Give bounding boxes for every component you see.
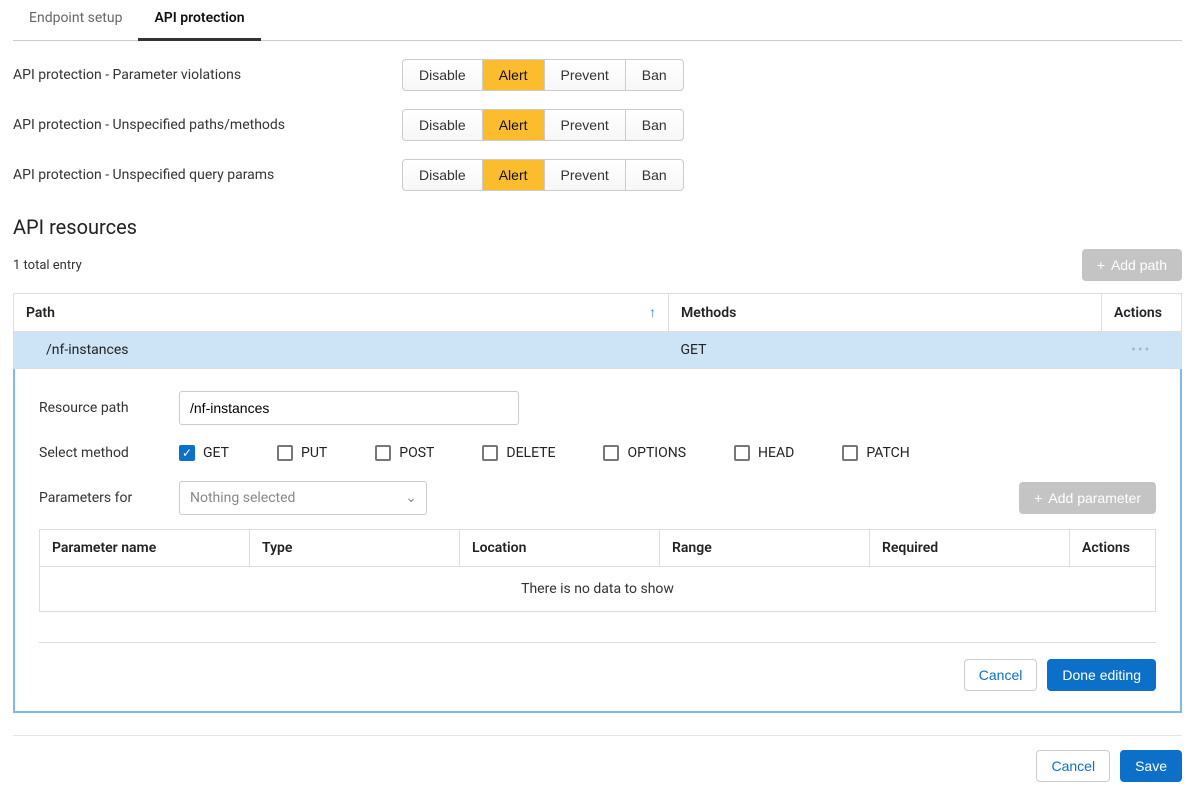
method-get-option[interactable]: ✓ GET	[179, 445, 229, 461]
api-resources-heading: API resources	[13, 215, 1182, 239]
tabs: Endpoint setup API protection	[13, 0, 1182, 41]
param-col-range[interactable]: Range	[660, 530, 870, 567]
resource-path-label: Resource path	[39, 400, 179, 416]
col-actions-header: Actions	[1102, 294, 1182, 332]
param-col-location[interactable]: Location	[460, 530, 660, 567]
mode-alert-button[interactable]: Alert	[483, 110, 545, 140]
method-head-option[interactable]: HEAD	[734, 445, 794, 461]
mode-button-group: DisableAlertPreventBan	[402, 159, 684, 191]
mode-button-group: DisableAlertPreventBan	[402, 109, 684, 141]
cell-path: /nf-instances	[14, 332, 669, 369]
mode-alert-button[interactable]: Alert	[483, 160, 545, 190]
tab-endpoint-setup[interactable]: Endpoint setup	[13, 0, 138, 40]
mode-alert-button[interactable]: Alert	[483, 60, 545, 90]
method-post-option[interactable]: POST	[375, 445, 434, 461]
setting-label: API protection - Parameter violations	[13, 67, 402, 83]
col-path-header[interactable]: Path ↑	[14, 294, 669, 332]
param-col-actions: Actions	[1070, 530, 1156, 567]
checkbox[interactable]	[277, 445, 293, 461]
parameters-for-label: Parameters for	[39, 490, 179, 506]
col-methods-header[interactable]: Methods	[669, 294, 1102, 332]
setting-row: API protection - Unspecified paths/metho…	[13, 109, 1182, 141]
method-label: HEAD	[758, 445, 794, 461]
table-row[interactable]: /nf-instances GET •••	[14, 332, 1182, 369]
setting-label: API protection - Unspecified query param…	[13, 167, 402, 183]
checkbox[interactable]: ✓	[179, 445, 195, 461]
checkbox[interactable]	[842, 445, 858, 461]
setting-label: API protection - Unspecified paths/metho…	[13, 117, 402, 133]
plus-icon: +	[1097, 258, 1105, 272]
method-label: PATCH	[866, 445, 909, 461]
method-patch-option[interactable]: PATCH	[842, 445, 909, 461]
done-editing-button[interactable]: Done editing	[1047, 659, 1156, 691]
cell-methods: GET	[669, 332, 1102, 369]
select-method-label: Select method	[39, 445, 179, 461]
parameters-table: Parameter name Type Location Range Requi…	[39, 529, 1156, 612]
cancel-button[interactable]: Cancel	[964, 659, 1038, 691]
resource-path-input[interactable]	[179, 391, 519, 425]
edit-panel: Resource path Select method ✓ GET PUT POST D…	[13, 369, 1182, 713]
no-data-message: There is no data to show	[40, 567, 1156, 612]
method-label: GET	[203, 445, 229, 461]
add-path-label: Add path	[1111, 257, 1167, 273]
mode-ban-button[interactable]: Ban	[626, 110, 683, 140]
param-col-name[interactable]: Parameter name	[40, 530, 250, 567]
entry-count: 1 total entry	[13, 258, 82, 273]
mode-prevent-button[interactable]: Prevent	[545, 110, 626, 140]
mode-disable-button[interactable]: Disable	[403, 60, 483, 90]
page-footer: Cancel Save	[13, 735, 1182, 782]
panel-divider	[39, 642, 1156, 643]
method-label: OPTIONS	[627, 445, 686, 461]
tab-api-protection[interactable]: API protection	[138, 0, 260, 41]
method-label: PUT	[301, 445, 327, 461]
method-options-option[interactable]: OPTIONS	[603, 445, 686, 461]
mode-ban-button[interactable]: Ban	[626, 60, 683, 90]
checkbox[interactable]	[603, 445, 619, 461]
plus-icon: +	[1034, 491, 1042, 505]
setting-row: API protection - Parameter violationsDis…	[13, 59, 1182, 91]
mode-disable-button[interactable]: Disable	[403, 160, 483, 190]
param-col-required[interactable]: Required	[870, 530, 1070, 567]
mode-ban-button[interactable]: Ban	[626, 160, 683, 190]
add-parameter-label: Add parameter	[1048, 490, 1141, 506]
page-cancel-button[interactable]: Cancel	[1036, 750, 1110, 782]
checkbox[interactable]	[375, 445, 391, 461]
parameters-for-select[interactable]: Nothing selected	[179, 481, 427, 515]
page-save-button[interactable]: Save	[1120, 750, 1182, 782]
mode-prevent-button[interactable]: Prevent	[545, 160, 626, 190]
checkbox[interactable]	[734, 445, 750, 461]
resources-table: Path ↑ Methods Actions /nf-instances GET…	[13, 293, 1182, 369]
method-label: DELETE	[506, 445, 555, 461]
setting-row: API protection - Unspecified query param…	[13, 159, 1182, 191]
method-delete-option[interactable]: DELETE	[482, 445, 555, 461]
mode-prevent-button[interactable]: Prevent	[545, 60, 626, 90]
param-col-type[interactable]: Type	[250, 530, 460, 567]
method-put-option[interactable]: PUT	[277, 445, 327, 461]
mode-button-group: DisableAlertPreventBan	[402, 59, 684, 91]
add-path-button[interactable]: + Add path	[1082, 249, 1182, 281]
more-icon[interactable]: •••	[1114, 342, 1170, 358]
sort-asc-icon: ↑	[649, 304, 656, 321]
add-parameter-button[interactable]: + Add parameter	[1019, 482, 1156, 514]
mode-disable-button[interactable]: Disable	[403, 110, 483, 140]
method-label: POST	[399, 445, 434, 461]
checkbox[interactable]	[482, 445, 498, 461]
